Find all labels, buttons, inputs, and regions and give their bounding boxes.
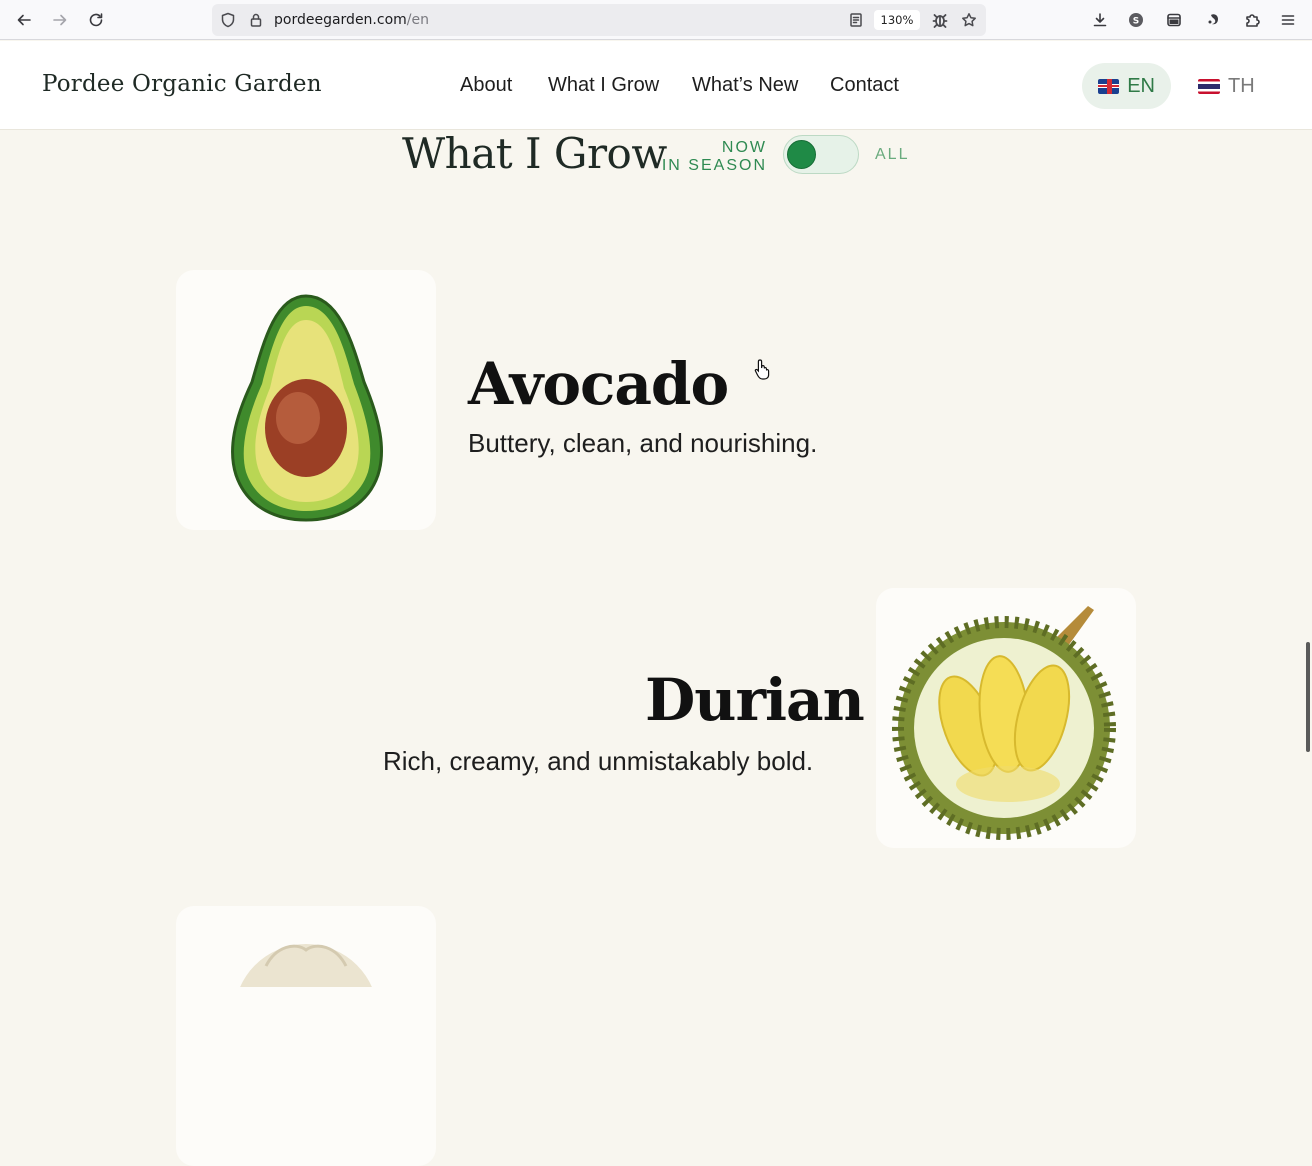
nav-contact[interactable]: Contact [830, 74, 899, 97]
forward-icon[interactable] [48, 8, 72, 32]
produce-name-avocado: Avocado [468, 350, 729, 418]
durian-image[interactable] [876, 588, 1136, 848]
lock-icon[interactable] [248, 12, 264, 28]
page-scrollbar[interactable] [1306, 642, 1310, 752]
address-bar[interactable]: pordeegarden.com/en 130% [212, 4, 986, 36]
lang-en-button[interactable]: EN [1082, 63, 1171, 109]
site-header: Pordee Organic Garden About What I Grow … [0, 41, 1312, 130]
hand-cursor-icon [754, 359, 770, 380]
nav-what-i-grow[interactable]: What I Grow [548, 74, 659, 97]
puzzle-icon[interactable] [1240, 8, 1264, 32]
toggle-knob [787, 140, 816, 169]
thai-flag-icon [1198, 78, 1220, 94]
download-icon[interactable] [1088, 8, 1112, 32]
produce-name-durian: Durian [645, 666, 865, 734]
section-title: What I Grow [402, 129, 667, 178]
uk-flag-icon [1098, 78, 1120, 94]
url-path: /en [406, 12, 429, 28]
bookmark-star-icon[interactable] [961, 12, 977, 28]
all-label[interactable]: ALL [875, 146, 909, 164]
in-season-line-1: NOW [721, 139, 767, 156]
zoom-level[interactable]: 130% [874, 10, 920, 30]
reload-icon[interactable] [84, 8, 108, 32]
account-icon[interactable]: S [1124, 8, 1148, 32]
lang-th-label: TH [1228, 74, 1255, 97]
url-text[interactable]: pordeegarden.com/en [274, 11, 429, 29]
produce-desc-avocado: Buttery, clean, and nourishing. [468, 428, 818, 458]
nav-whats-new[interactable]: What’s New [692, 74, 798, 97]
menu-icon[interactable] [1276, 8, 1300, 32]
svg-text:S: S [1133, 17, 1139, 27]
in-season-label[interactable]: NOW IN SEASON [640, 139, 767, 175]
durian-illustration [892, 606, 1116, 840]
in-season-line-2: IN SEASON [661, 157, 767, 174]
reader-view-icon[interactable] [848, 12, 864, 28]
produce-desc-durian: Rich, creamy, and unmistakably bold. [383, 746, 814, 776]
brand-logo[interactable]: Pordee Organic Garden [42, 71, 322, 97]
url-domain: pordeegarden.com [274, 12, 407, 28]
avocado-image[interactable] [176, 270, 436, 530]
avocado-illustration [231, 294, 384, 522]
back-icon[interactable] [12, 8, 36, 32]
nav-about[interactable]: About [460, 74, 512, 97]
lang-en-label: EN [1127, 74, 1155, 97]
shield-icon[interactable] [220, 12, 236, 28]
extension-icon[interactable] [1202, 8, 1226, 32]
longan-illustration [234, 944, 378, 1088]
browser-toolbar: pordeegarden.com/en 130% S [0, 0, 1312, 40]
longan-image[interactable] [176, 906, 436, 1166]
season-toggle[interactable] [783, 135, 859, 174]
bug-icon[interactable] [932, 12, 948, 28]
sidebar-icon[interactable] [1162, 8, 1186, 32]
lang-th-button[interactable]: TH [1182, 63, 1272, 109]
